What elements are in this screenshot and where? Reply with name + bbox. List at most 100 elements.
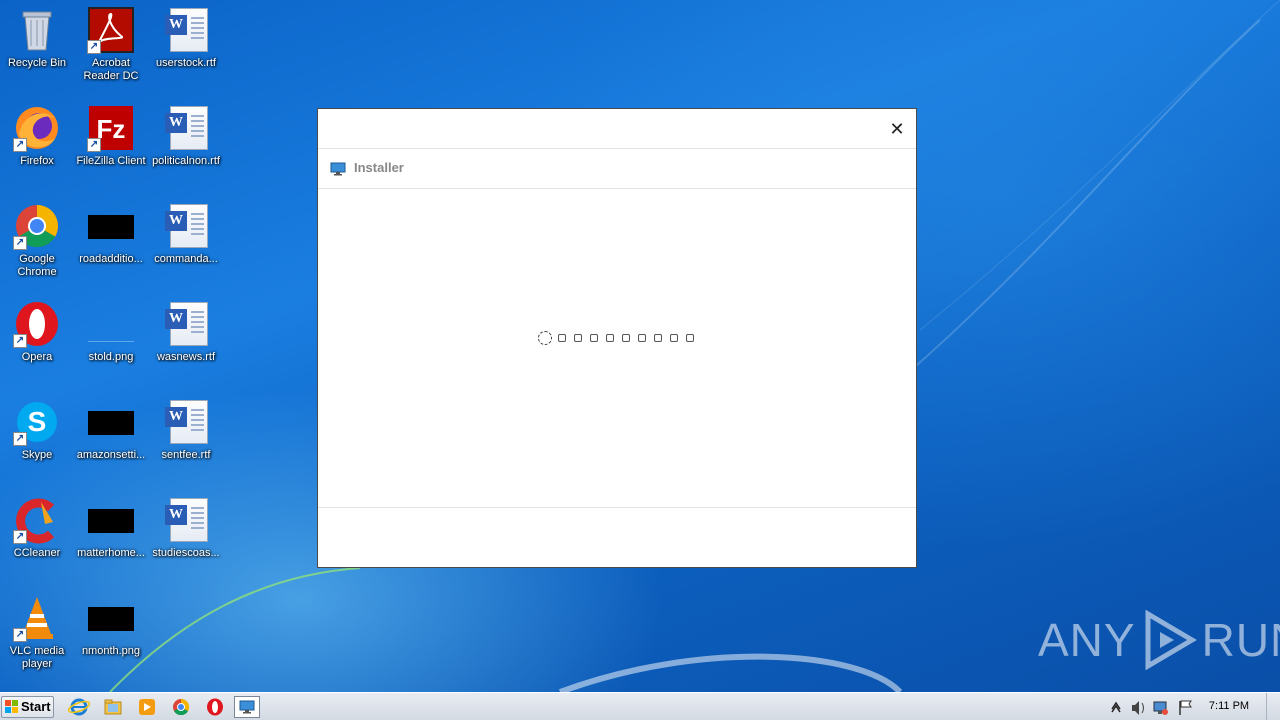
window-titlebar[interactable]: ✕ <box>318 109 916 149</box>
desktop-icon-roadadditio[interactable]: roadadditio... <box>74 202 148 266</box>
word-document-icon: W <box>162 6 210 54</box>
word-document-icon: W <box>162 398 210 446</box>
spinner-dot <box>574 334 582 342</box>
recycle-bin-icon <box>13 6 61 54</box>
desktop-icon-label: CCleaner <box>13 547 61 559</box>
desktop-icon-label: userstock.rtf <box>156 57 216 69</box>
desktop-icon-label: Recycle Bin <box>7 57 67 69</box>
opera-icon: ↗ <box>13 300 61 348</box>
vlc-icon: ↗ <box>13 594 61 642</box>
watermark-right-text: RUN <box>1201 614 1280 666</box>
spinner-dot <box>606 334 614 342</box>
desktop-icon-label: Google Chrome <box>17 253 57 278</box>
shortcut-arrow-icon: ↗ <box>13 530 27 544</box>
clock[interactable]: 7:11 PM <box>1200 700 1258 712</box>
play-logo-icon <box>1145 610 1197 670</box>
shortcut-arrow-icon: ↗ <box>13 236 27 250</box>
spinner-dot <box>686 334 694 342</box>
desktop-icon-label: sentfee.rtf <box>161 449 211 461</box>
desktop-icon-google-chrome[interactable]: ↗ Google Chrome <box>0 202 74 279</box>
spinner-dot <box>558 334 566 342</box>
desktop-icon-studiescoas[interactable]: W studiescoas... <box>149 496 223 560</box>
chrome-icon: ↗ <box>13 202 61 250</box>
opera-icon <box>207 698 223 716</box>
file-thumbnail-icon <box>87 496 135 544</box>
file-thumbnail-icon <box>87 202 135 250</box>
taskbar: Start 7:11 PM <box>0 692 1280 720</box>
desktop-icon-politicalnon[interactable]: W politicalnon.rtf <box>149 104 223 168</box>
ccleaner-icon: ↗ <box>13 496 61 544</box>
system-tray <box>1104 693 1198 720</box>
desktop-icon-skype[interactable]: S ↗ Skype <box>0 398 74 462</box>
desktop-icon-label: wasnews.rtf <box>156 351 216 363</box>
firefox-icon: ↗ <box>13 104 61 152</box>
desktop-icon-nmonth[interactable]: nmonth.png <box>74 594 148 658</box>
windows-logo-icon <box>5 700 18 713</box>
close-button[interactable]: ✕ <box>886 118 908 140</box>
monitor-icon <box>239 700 255 714</box>
anyrun-watermark: ANY RUN <box>1038 610 1280 670</box>
watermark-left-text: ANY <box>1038 614 1136 666</box>
desktop-icon-filezilla[interactable]: Fz ↗ FileZilla Client <box>74 104 148 168</box>
show-hidden-icons-icon[interactable] <box>1111 701 1121 713</box>
desktop-icon-recycle-bin[interactable]: Recycle Bin <box>0 6 74 70</box>
desktop-icon-label: Skype <box>21 449 53 461</box>
volume-icon[interactable] <box>1132 701 1144 715</box>
shortcut-arrow-icon: ↗ <box>13 334 27 348</box>
desktop-icon-label: commanda... <box>154 253 218 265</box>
installer-window: ✕ Installer <box>317 108 917 568</box>
folder-icon <box>104 699 122 715</box>
monitor-icon <box>330 162 346 176</box>
svg-text:S: S <box>28 406 47 437</box>
desktop-icon-commanda[interactable]: W commanda... <box>149 202 223 266</box>
taskbar-opera-button[interactable] <box>202 696 228 718</box>
spinner-dot <box>654 334 662 342</box>
desktop-icon-label: roadadditio... <box>79 253 143 265</box>
desktop-icon-label: Acrobat Reader DC <box>83 57 139 82</box>
desktop-icon-wasnews[interactable]: W wasnews.rtf <box>149 300 223 364</box>
desktop-icon-stold[interactable]: stold.png <box>74 300 148 364</box>
desktop-icon-acrobat[interactable]: ↗ Acrobat Reader DC <box>74 6 148 83</box>
desktop-icon-label: FileZilla Client <box>76 155 146 167</box>
desktop-icon-label: Opera <box>21 351 53 363</box>
desktop-icon-opera[interactable]: ↗ Opera <box>0 300 74 364</box>
taskbar-media-player-button[interactable] <box>134 696 160 718</box>
word-document-icon: W <box>162 496 210 544</box>
desktop-icon-sentfee[interactable]: W sentfee.rtf <box>149 398 223 462</box>
word-document-icon: W <box>162 300 210 348</box>
shortcut-arrow-icon: ↗ <box>87 40 101 54</box>
window-title: Installer <box>354 160 404 175</box>
start-label: Start <box>21 699 51 714</box>
internet-explorer-icon <box>67 698 91 716</box>
skype-icon: S ↗ <box>13 398 61 446</box>
desktop-icon-label: VLC media player <box>9 645 65 670</box>
show-desktop-button[interactable] <box>1266 693 1280 720</box>
desktop-icon-vlc[interactable]: ↗ VLC media player <box>0 594 74 671</box>
spinner-dot-active <box>538 331 552 345</box>
network-icon[interactable] <box>1153 701 1168 715</box>
desktop-icon-amazonsetti[interactable]: amazonsetti... <box>74 398 148 462</box>
taskbar-installer-button[interactable] <box>234 696 260 718</box>
desktop-icon-matterhome[interactable]: matterhome... <box>74 496 148 560</box>
start-button[interactable]: Start <box>1 696 54 718</box>
desktop-icon-label: amazonsetti... <box>76 449 146 461</box>
window-body <box>318 189 916 508</box>
acrobat-icon: ↗ <box>87 6 135 54</box>
word-document-icon: W <box>162 104 210 152</box>
spinner-dot <box>622 334 630 342</box>
desktop-icon-userstock[interactable]: W userstock.rtf <box>149 6 223 70</box>
desktop-icon-label: politicalnon.rtf <box>152 155 220 167</box>
desktop-icon-label: Firefox <box>20 155 54 167</box>
shortcut-arrow-icon: ↗ <box>87 138 101 152</box>
desktop-icon-ccleaner[interactable]: ↗ CCleaner <box>0 496 74 560</box>
action-center-flag-icon[interactable] <box>1179 700 1192 715</box>
spinner-dot <box>638 334 646 342</box>
taskbar-ie-button[interactable] <box>66 696 92 718</box>
desktop-icon-firefox[interactable]: ↗ Firefox <box>0 104 74 168</box>
spinner-dot <box>670 334 678 342</box>
taskbar-chrome-button[interactable] <box>168 696 194 718</box>
taskbar-explorer-button[interactable] <box>100 696 126 718</box>
desktop-icon-label: nmonth.png <box>81 645 141 657</box>
spinner-dot <box>590 334 598 342</box>
desktop-icon-label: studiescoas... <box>152 547 220 559</box>
